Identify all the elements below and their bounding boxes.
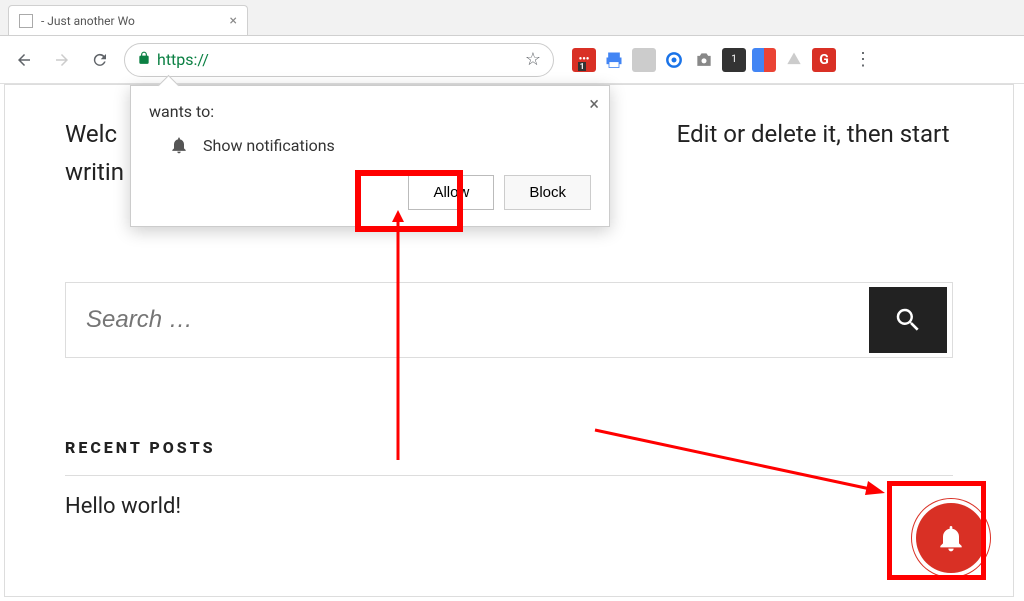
recent-posts-heading: RECENT POSTS (65, 438, 953, 457)
extension-icon-camera[interactable] (692, 48, 716, 72)
permission-row: Show notifications (149, 135, 591, 155)
search-input[interactable] (66, 283, 869, 357)
recent-posts-section: RECENT POSTS Hello world! (65, 438, 953, 519)
bell-icon (935, 522, 967, 554)
extension-icon-gray[interactable] (632, 48, 656, 72)
welcome-text-line2: writin (65, 158, 124, 186)
reload-button[interactable] (86, 46, 114, 74)
permission-label: Show notifications (203, 136, 335, 155)
lock-icon (137, 51, 151, 69)
search-box (65, 282, 953, 358)
browser-tab-strip: - Just another Wo × (0, 0, 1024, 36)
permission-popup: × wants to: Show notifications Allow Blo… (130, 85, 610, 227)
browser-menu-button[interactable]: ⋮ (846, 49, 880, 70)
back-button[interactable] (10, 46, 38, 74)
close-tab-icon[interactable]: × (230, 13, 237, 29)
address-bar[interactable]: https:// ☆ (124, 43, 554, 77)
extension-icon-q[interactable] (662, 48, 686, 72)
close-popup-button[interactable]: × (589, 94, 599, 115)
search-icon (893, 305, 923, 335)
bell-icon (169, 135, 189, 155)
bookmark-star-icon[interactable]: ☆ (525, 49, 541, 70)
extension-icon-grammarly[interactable]: G (812, 48, 836, 72)
extension-icon-drive[interactable] (782, 48, 806, 72)
allow-button[interactable]: Allow (408, 175, 494, 210)
extension-icon-print[interactable] (602, 48, 626, 72)
notification-bell-widget[interactable] (916, 503, 986, 573)
block-button[interactable]: Block (504, 175, 591, 210)
tab-favicon (19, 14, 33, 28)
extension-icon-colors[interactable] (752, 48, 776, 72)
divider (65, 475, 953, 476)
extension-icon-dark-badge[interactable]: 1 (722, 48, 746, 72)
tab-title: - Just another Wo (41, 14, 222, 28)
permission-prompt-text: wants to: (149, 102, 591, 121)
browser-tab[interactable]: - Just another Wo × (8, 5, 248, 35)
url-text: https:// (157, 50, 519, 69)
permission-buttons: Allow Block (149, 175, 591, 210)
forward-button[interactable] (48, 46, 76, 74)
extension-icon-lastpass[interactable]: •••1 (572, 48, 596, 72)
search-button[interactable] (869, 287, 947, 353)
welcome-text-prefix: Welc (65, 120, 117, 148)
browser-toolbar: https:// ☆ •••1 1 G ⋮ (0, 36, 1024, 84)
welcome-text-suffix: Edit or delete it, then start (677, 120, 950, 148)
extension-icons: •••1 1 G (572, 48, 836, 72)
post-link[interactable]: Hello world! (65, 494, 181, 519)
